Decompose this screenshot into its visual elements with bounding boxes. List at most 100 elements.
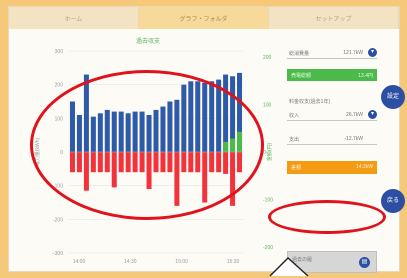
tab-bar: ホーム グラフ・フォルダ セットアップ <box>9 7 399 29</box>
chart-bar-s1 <box>69 152 75 173</box>
chart-bar-s1 <box>223 152 229 174</box>
expense-row: 支出 -12.7kW <box>287 133 377 145</box>
dropdown-icon[interactable]: ▾ <box>368 48 377 57</box>
expense-value: -12.7kW <box>344 136 363 142</box>
chart-bar-s0 <box>139 111 145 152</box>
chart-bar-s1 <box>76 152 82 173</box>
sell-total-bar: 売電総額 13.4円 <box>287 69 377 81</box>
chart-bar-s0 <box>202 82 208 152</box>
app-screen: ホーム グラフ・フォルダ セットアップ 300 200 100 0 -100 -200 -3… <box>8 6 405 273</box>
chart-bar-s1 <box>216 152 222 173</box>
chart-bar-s0 <box>160 106 166 152</box>
chart-bar-s1 <box>188 152 194 173</box>
chart-bar-s0 <box>195 81 201 152</box>
chart-bar-s1 <box>104 152 110 173</box>
chart-bar-s1 <box>111 152 117 188</box>
dropdown-icon[interactable]: ▾ <box>368 110 377 119</box>
chart-bar-s1 <box>167 152 173 173</box>
chart-bar-s1 <box>83 152 89 191</box>
y-tick-label-left: -200 <box>53 217 63 223</box>
chart-bar-s0 <box>146 114 152 152</box>
chart-bar-s2 <box>223 141 229 152</box>
chart-bar-s1 <box>195 152 201 173</box>
x-tick-label: 14:00 <box>73 259 86 265</box>
chart-bar-s0 <box>104 109 110 152</box>
tab-home[interactable]: ホーム <box>9 7 139 29</box>
tab-setup[interactable]: セットアップ <box>269 7 399 29</box>
difference-value: 14.2kW <box>356 164 373 170</box>
back-side-button[interactable]: 戻る <box>381 189 405 213</box>
y-tick-label-right: 100 <box>263 103 272 109</box>
chart-bar-s0 <box>188 81 194 152</box>
chart-bar-s2 <box>230 138 236 152</box>
chart-bar-s0 <box>167 101 173 152</box>
chart-bar-s1 <box>181 152 187 173</box>
chart-bar-s1 <box>97 152 103 173</box>
history-box[interactable]: 過去の履歴 ▤ <box>287 251 377 273</box>
chart-bar-s1 <box>90 152 96 173</box>
chart-svg: 300 200 100 0 -100 -200 -300 200 100 0 -100 -200 過去収… <box>21 31 283 269</box>
chart-bar-s1 <box>132 152 138 173</box>
chart-bar-s1 <box>125 152 131 173</box>
chart-bar-s0 <box>69 101 75 152</box>
tab-graph[interactable]: グラフ・フォルダ <box>139 7 269 29</box>
income-row: 収入 26.7kW ▾ <box>287 109 377 121</box>
chart-bar-s0 <box>153 109 159 152</box>
y-axis-label-right: 金額(円) <box>266 143 273 162</box>
x-tick-label: 15:30 <box>227 259 240 265</box>
x-tick-label: 15:00 <box>175 259 188 265</box>
chart-bar-s0 <box>118 111 124 152</box>
y-tick-label-right: 0 <box>263 150 266 156</box>
total-consumption-row: 総消費量 121.7kW ▾ <box>287 47 377 59</box>
chart-bar-s0 <box>132 111 138 152</box>
y-tick-label-right: 200 <box>263 55 272 61</box>
sell-total-value: 13.4円 <box>358 73 373 79</box>
y-tick-label-right: -100 <box>263 198 273 204</box>
expense-label: 支出 <box>289 137 300 143</box>
y-tick-label-left: 0 <box>60 150 63 156</box>
chart-title: 過去収支 <box>136 37 160 45</box>
chart-bar-s0 <box>90 116 96 152</box>
chart-bar-s1 <box>209 152 215 173</box>
chart-bar-s0 <box>125 113 131 152</box>
chart-bar-s0 <box>223 74 229 152</box>
y-tick-label-left: 300 <box>55 49 64 55</box>
chart-bar-s1 <box>146 152 152 190</box>
income-label: 収入 <box>289 113 300 119</box>
income-value: 26.7kW <box>346 112 363 118</box>
chart-bar-s0 <box>174 99 180 152</box>
chart-bar-s0 <box>97 113 103 152</box>
chart-bar-s0 <box>111 111 117 152</box>
chart-bar-s1 <box>160 152 166 173</box>
settings-side-button[interactable]: 設定 <box>381 85 405 109</box>
sell-total-label: 売電総額 <box>291 73 312 79</box>
energy-chart: 300 200 100 0 -100 -200 -300 200 100 0 -100 -200 過去収… <box>21 31 283 269</box>
balance-section-label: 料金収支(過去1年) <box>289 99 331 105</box>
chart-bar-s1 <box>153 152 159 173</box>
y-axis-label-left: 電力量(kWh) <box>34 138 41 167</box>
chart-bar-s0 <box>181 84 187 152</box>
y-tick-label-left: 200 <box>55 83 64 89</box>
history-label: 過去の履歴 <box>292 257 313 270</box>
list-icon[interactable]: ▤ <box>359 257 370 268</box>
y-tick-label-left: 100 <box>55 116 64 122</box>
y-tick-label-left: -100 <box>53 184 63 190</box>
chart-bar-s0 <box>216 79 222 152</box>
difference-bar: 差額 14.2kW <box>287 161 377 174</box>
chart-bar-s0 <box>76 114 82 152</box>
chart-bar-s1 <box>230 152 236 206</box>
y-tick-label-left: -300 <box>53 251 63 257</box>
chart-bar-s1 <box>139 152 145 173</box>
y-tick-label-right: -200 <box>263 245 273 251</box>
chart-bar-s0 <box>83 74 89 152</box>
chart-bar-s1 <box>202 152 208 203</box>
chart-bar-s1 <box>237 152 243 173</box>
x-tick-label: 14:30 <box>124 259 137 265</box>
chart-bar-s1 <box>118 152 124 173</box>
chart-bar-s1 <box>174 152 180 206</box>
total-consumption-value: 121.7kW <box>343 50 363 56</box>
chart-bar-s2 <box>237 131 243 152</box>
total-consumption-label: 総消費量 <box>289 51 310 57</box>
chart-bar-s0 <box>209 81 215 152</box>
difference-label: 差額 <box>291 165 302 171</box>
